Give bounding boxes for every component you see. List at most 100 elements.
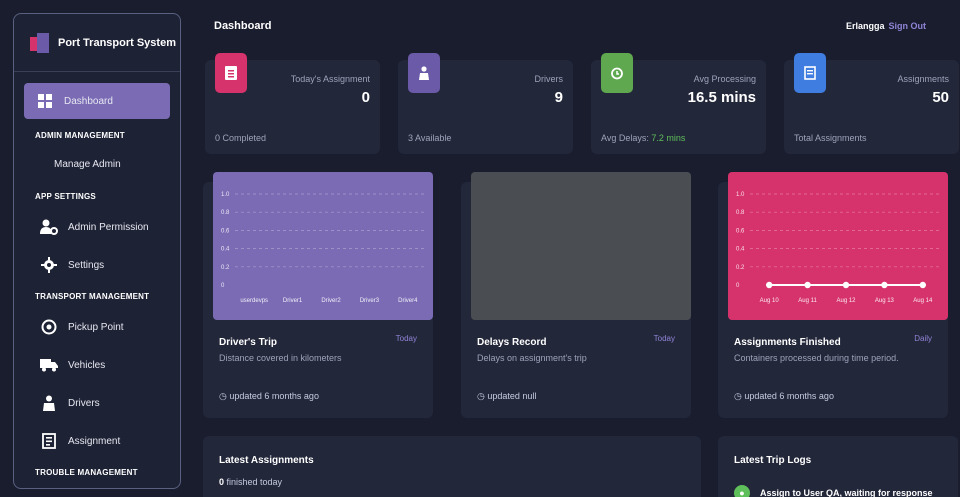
y-tick-label: 1.0	[736, 192, 745, 198]
x-tick-label: Driver4	[398, 298, 418, 304]
sidebar-item-dashboard[interactable]: Dashboard	[24, 83, 170, 119]
x-tick-label: Aug 11	[798, 298, 817, 304]
sidebar-item-label: Pickup Point	[68, 321, 124, 333]
stat-value: 16.5 mins	[687, 89, 756, 106]
x-tick-label: Driver3	[360, 298, 380, 304]
chart-card-delays-record: Delays Record Delays on assignment's tri…	[461, 172, 691, 418]
chart-subtitle: Distance covered in kilometers	[219, 353, 342, 363]
y-tick-label: 0	[736, 283, 740, 289]
chart-period-tag: Today	[395, 334, 417, 343]
sidebar-item-assignment[interactable]: Assignment	[24, 422, 170, 460]
users-gear-icon	[40, 218, 58, 236]
chart-delays-record	[471, 172, 691, 320]
sidebar-item-manage-admin[interactable]: Manage Admin	[14, 151, 180, 177]
gear-icon	[40, 256, 58, 274]
latest-trip-logs-title: Latest Trip Logs	[734, 455, 812, 466]
finished-suffix: finished today	[224, 477, 283, 487]
user-name: Erlangga	[845, 21, 885, 31]
sidebar-item-settings[interactable]: Settings	[24, 246, 170, 284]
x-tick-label: Aug 13	[875, 298, 895, 304]
data-point	[842, 281, 850, 289]
app-title: Port Transport System	[58, 36, 176, 49]
sidebar-item-label: Vehicles	[68, 359, 106, 371]
location-target-icon	[40, 318, 58, 336]
sign-out-link[interactable]: Sign Out	[889, 21, 927, 31]
y-tick-label: 0	[221, 283, 225, 289]
user-avatar-icon: ●	[734, 485, 750, 497]
sidebar-item-label: Admin Permission	[68, 221, 149, 233]
data-point	[881, 281, 888, 289]
x-tick-label: Driver1	[283, 298, 303, 304]
latest-assignments-summary: 0 finished today	[219, 477, 282, 487]
stat-label: Drivers	[534, 74, 564, 84]
y-tick-label: 0.4	[736, 247, 745, 253]
clipboard-icon	[215, 53, 247, 93]
sidebar-nav: Dashboard ADMIN MANAGEMENT Manage Admin …	[14, 72, 180, 484]
y-tick-label: 1.0	[221, 192, 230, 198]
truck-icon	[40, 356, 58, 374]
x-tick-label: Driver2	[321, 298, 341, 304]
sidebar-item-label: Assignment	[68, 435, 121, 447]
chart-period-tag: Today	[653, 334, 675, 343]
trip-log-item[interactable]: ● Assign to User QA, waiting for respons…	[734, 485, 933, 497]
updated-text: updated 6 months ago	[744, 391, 834, 401]
sidebar-item-label: Drivers	[68, 397, 100, 409]
sidebar-item-admin-permission[interactable]: Admin Permission	[24, 208, 170, 246]
chart-updated: ◷ updated 6 months ago	[734, 391, 834, 402]
driver-icon	[40, 394, 58, 412]
chart-title: Delays Record	[477, 337, 547, 348]
chart-updated: ◷ updated 6 months ago	[219, 391, 319, 402]
page-title: Dashboard	[214, 20, 272, 32]
y-tick-label: 0.2	[221, 265, 230, 271]
sidebar-item-vehicles[interactable]: Vehicles	[24, 346, 170, 384]
sidebar: Port Transport System Dashboard ADMIN MA…	[13, 13, 181, 489]
brand[interactable]: Port Transport System	[14, 14, 180, 72]
chart-drivers-trip: 1.0 0.8 0.6 0.4 0.2 0 userdevps Driver1 Driver2 D…	[213, 172, 433, 320]
logo-icon	[30, 32, 50, 53]
y-tick-label: 0.6	[221, 228, 230, 234]
drivers-trip-bar-chart: 1.0 0.8 0.6 0.4 0.2 0 userdevps Driver1 Driver2 D…	[221, 192, 427, 304]
chart-card-assignments-finished: 1.0 0.8 0.6 0.4 0.2 0 Aug 10 Aug 11 Aug 12 Aug 13…	[718, 172, 948, 418]
chart-updated: ◷ updated null	[477, 391, 536, 402]
x-tick-label: Aug 10	[760, 298, 780, 304]
stat-footer: 0 Completed	[215, 133, 267, 143]
stat-value: 0	[361, 89, 370, 106]
latest-assignments-card: Latest Assignments 0 finished today	[203, 436, 701, 497]
chart-title: Assignments Finished	[734, 337, 841, 348]
sidebar-item-drivers[interactable]: Drivers	[24, 384, 170, 422]
section-app-settings: APP SETTINGS	[35, 191, 96, 201]
stat-footer: 3 Available	[408, 133, 452, 143]
stat-card-drivers: Drivers 9 3 Available	[398, 53, 573, 154]
avg-delays-value: 7.2 mins	[651, 133, 686, 143]
sidebar-item-label: Settings	[68, 259, 105, 271]
chart-card-drivers-trip: 1.0 0.8 0.6 0.4 0.2 0 userdevps Driver1 Driver2 D…	[203, 172, 433, 418]
x-tick-label: Aug 14	[913, 298, 933, 304]
sidebar-item-label: Dashboard	[64, 95, 113, 107]
timer-icon	[601, 53, 633, 93]
updated-text: updated null	[487, 391, 537, 401]
clock-icon: ◷	[477, 391, 485, 401]
stat-card-avg-processing: Avg Processing 16.5 mins Avg Delays: 7.2…	[591, 53, 766, 154]
data-point	[766, 281, 773, 289]
data-point	[919, 281, 926, 289]
stat-label: Assignments	[897, 74, 949, 84]
y-tick-label: 0.8	[736, 210, 745, 216]
chart-subtitle: Delays on assignment's trip	[477, 353, 587, 363]
stat-card-assignments: Assignments 50 Total Assignments	[784, 53, 959, 154]
stat-label: Avg Processing	[693, 74, 756, 84]
chart-assignments-finished: 1.0 0.8 0.6 0.4 0.2 0 Aug 10 Aug 11 Aug 12 Aug 13…	[728, 172, 948, 320]
chart-title: Driver's Trip	[219, 337, 277, 348]
latest-trip-logs-card: Latest Trip Logs ● Assign to User QA, wa…	[718, 436, 958, 497]
chart-period-tag: Daily	[914, 334, 932, 343]
assignments-line-chart: 1.0 0.8 0.6 0.4 0.2 0 Aug 10 Aug 11 Aug 12 Aug 13…	[736, 192, 942, 304]
user-menu: Erlangga Sign Out	[846, 21, 926, 31]
document-icon	[794, 53, 826, 93]
y-tick-label: 0.6	[736, 228, 745, 234]
section-transport-management: TRANSPORT MANAGEMENT	[35, 291, 150, 301]
stat-footer-prefix: Avg Delays:	[601, 133, 652, 143]
stat-footer: Total Assignments	[794, 133, 867, 143]
clock-icon: ◷	[219, 391, 227, 401]
sidebar-item-pickup-point[interactable]: Pickup Point	[24, 308, 170, 346]
latest-assignments-title: Latest Assignments	[219, 455, 314, 466]
grid-icon	[36, 92, 54, 110]
